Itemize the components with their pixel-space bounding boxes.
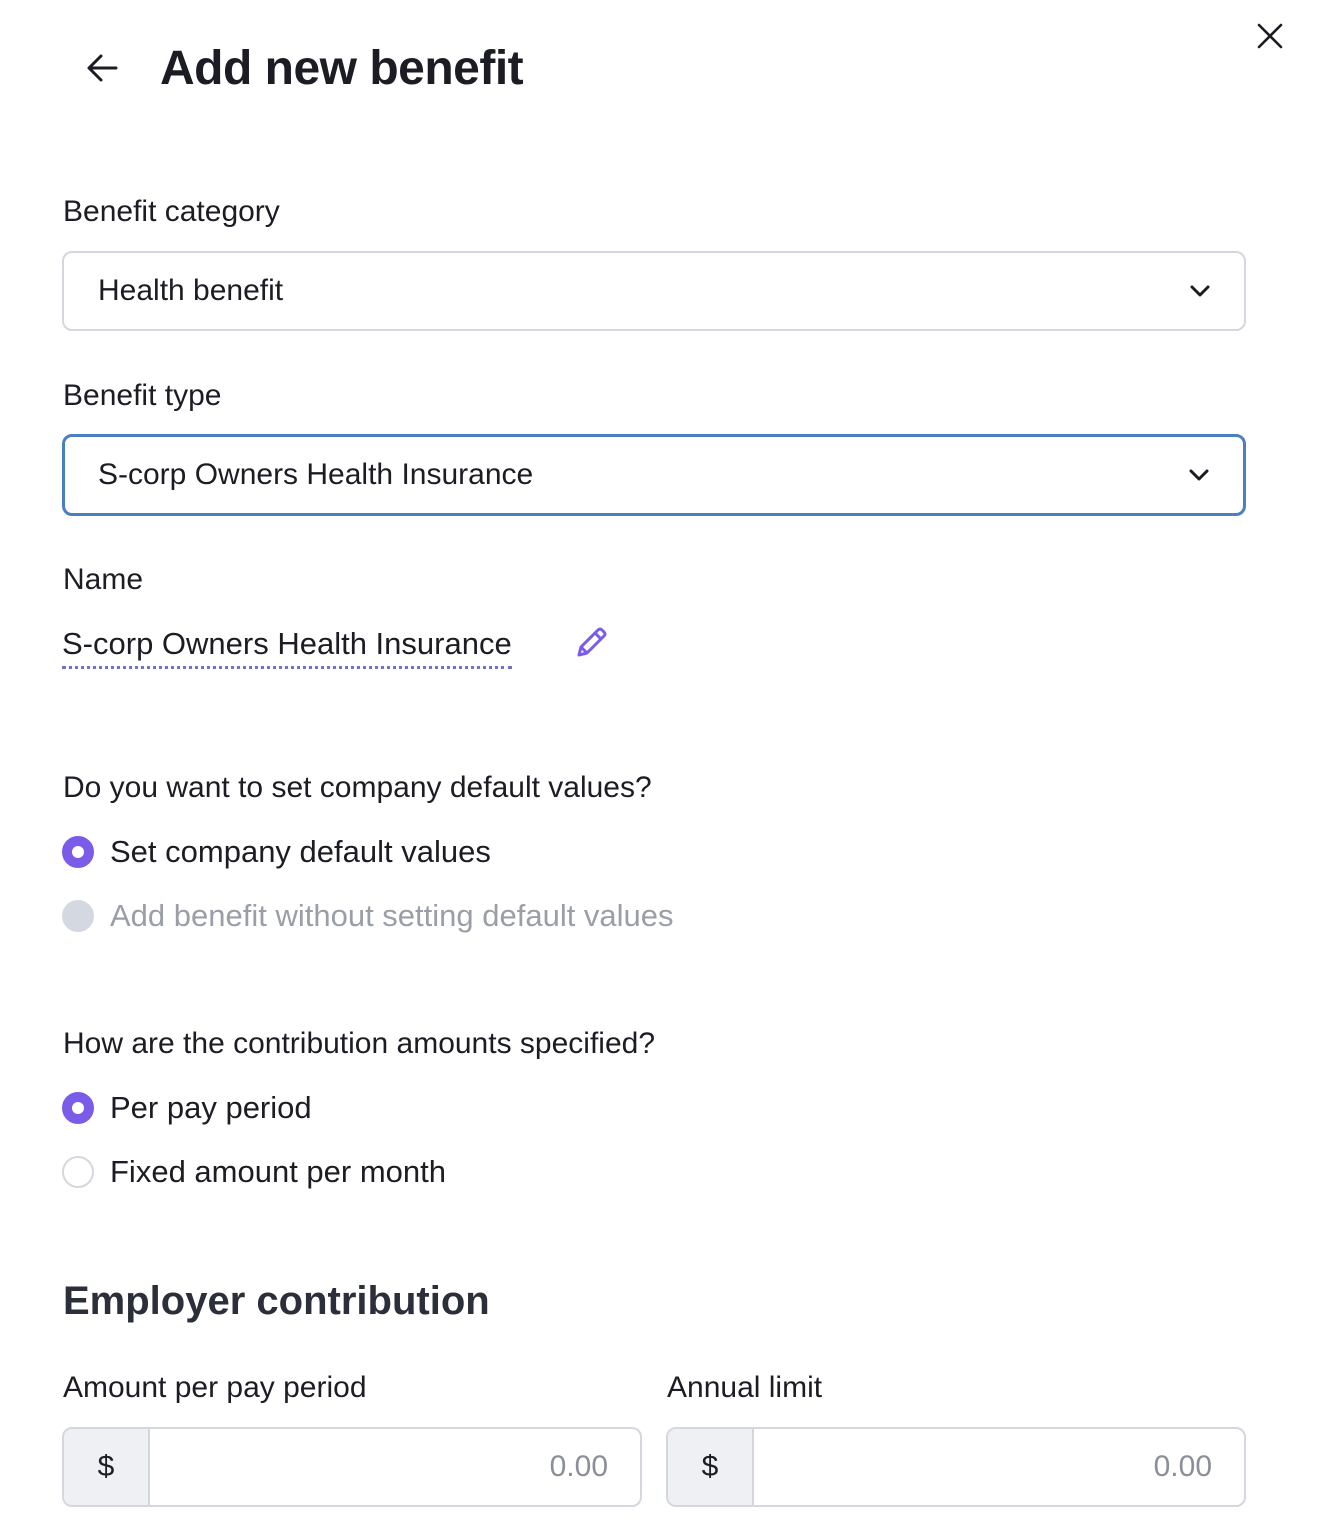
radio-label: Add benefit without setting default valu… (110, 898, 674, 933)
pencil-icon (577, 627, 607, 657)
name-label: Name (63, 563, 144, 596)
radio-label: Fixed amount per month (110, 1154, 447, 1189)
benefit-category-value: Health benefit (98, 274, 284, 307)
chevron-down-icon (1188, 279, 1212, 303)
benefit-type-value: S-corp Owners Health Insurance (98, 458, 534, 491)
amount-per-pay-period-input[interactable] (150, 1429, 640, 1505)
radio-button-checked[interactable] (62, 1092, 94, 1124)
contribution-question: How are the contribution amounts specifi… (63, 1027, 656, 1060)
radio-set-defaults[interactable]: Set company default values (62, 832, 491, 872)
amount-per-pay-period-field: $ (62, 1427, 642, 1507)
benefit-type-select[interactable]: S-corp Owners Health Insurance (62, 434, 1246, 516)
annual-limit-input[interactable] (754, 1429, 1244, 1505)
annual-limit-field: $ (666, 1427, 1246, 1507)
radio-label: Set company default values (110, 834, 491, 869)
benefit-type-label: Benefit type (63, 379, 222, 412)
radio-label: Per pay period (110, 1090, 312, 1125)
name-editable-text[interactable]: S-corp Owners Health Insurance (62, 624, 512, 669)
benefit-category-label: Benefit category (63, 195, 280, 228)
defaults-question: Do you want to set company default value… (63, 771, 652, 804)
back-button[interactable] (78, 44, 126, 92)
page-title: Add new benefit (160, 42, 524, 95)
close-icon (1257, 23, 1283, 49)
radio-button-checked[interactable] (62, 836, 94, 868)
add-benefit-panel: Add new benefit Benefit category Health … (0, 0, 1321, 1529)
section-title: Employer contribution (63, 1279, 490, 1323)
arrow-left-icon (87, 54, 118, 82)
currency-prefix: $ (64, 1429, 150, 1505)
amount-per-pay-period-label: Amount per pay period (63, 1371, 367, 1404)
currency-prefix: $ (668, 1429, 754, 1505)
close-button[interactable] (1248, 14, 1292, 58)
edit-name-button[interactable] (568, 620, 614, 666)
radio-no-defaults: Add benefit without setting default valu… (62, 896, 674, 936)
annual-limit-label: Annual limit (667, 1371, 823, 1404)
radio-per-pay-period[interactable]: Per pay period (62, 1088, 312, 1128)
benefit-category-select[interactable]: Health benefit (62, 251, 1246, 331)
radio-fixed-per-month[interactable]: Fixed amount per month (62, 1152, 446, 1192)
radio-button-unchecked[interactable] (62, 1156, 94, 1188)
chevron-down-icon (1187, 463, 1211, 487)
radio-button-disabled (62, 900, 94, 932)
